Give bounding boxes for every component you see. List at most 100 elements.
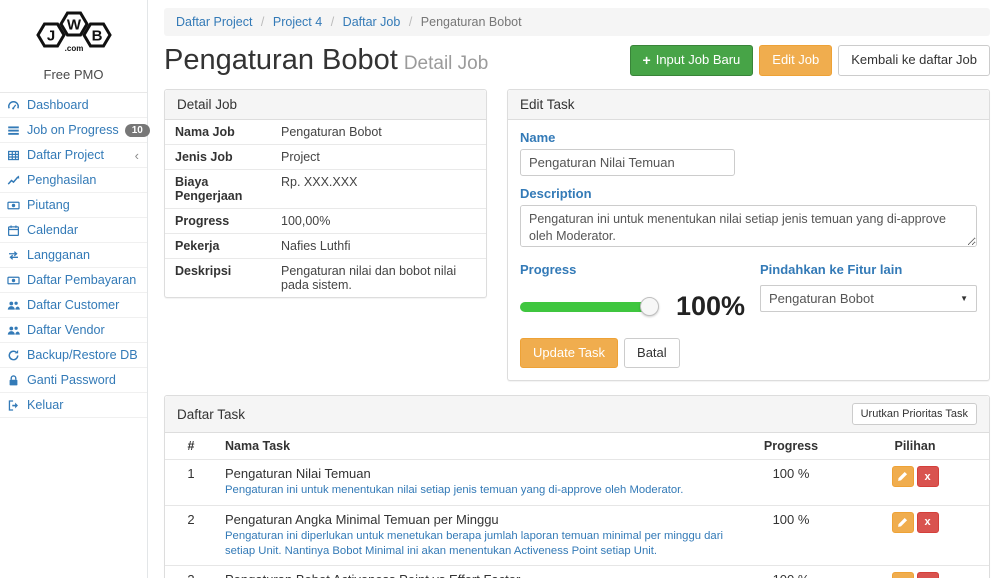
sign-out-icon <box>6 399 21 412</box>
svg-text:J: J <box>46 28 54 45</box>
task-row-2: 2 Pengaturan Angka Minimal Temuan per Mi… <box>165 505 989 566</box>
breadcrumb-daftar-job[interactable]: Daftar Job <box>343 15 401 29</box>
chevron-left-icon: ‹ <box>135 149 139 162</box>
task-name: Pengaturan Bobot Activeness Point vs Eff… <box>225 572 733 578</box>
detail-row-deskripsi: Deskripsi Pengaturan nilai dan bobot nil… <box>165 259 486 297</box>
daftar-task-panel: Daftar Task Urutkan Prioritas Task # Nam… <box>164 395 990 578</box>
breadcrumb: Daftar Project / Project 4 / Daftar Job … <box>164 8 990 36</box>
task-progress: 100 % <box>741 566 841 578</box>
calendar-icon <box>6 224 21 237</box>
edit-task-panel: Edit Task Name Description Pengaturan in… <box>507 89 990 381</box>
money-icon <box>6 274 21 287</box>
delete-task-button[interactable]: x <box>917 512 939 533</box>
breadcrumb-separator: / <box>261 15 264 29</box>
line-chart-icon <box>6 174 21 187</box>
detail-row-progress: Progress 100,00% <box>165 209 486 234</box>
task-table-header: # Nama Task Progress Pilihan <box>165 433 989 459</box>
dashboard-icon <box>6 99 21 112</box>
delete-task-button[interactable]: x <box>917 466 939 487</box>
sidebar-item-ganti-password[interactable]: Ganti Password <box>0 368 147 393</box>
task-name-input[interactable] <box>520 149 735 176</box>
refresh-icon <box>6 349 21 362</box>
sidebar-item-daftar-project[interactable]: Daftar Project ‹ <box>0 143 147 168</box>
brand-name: Free PMO <box>0 63 147 93</box>
detail-job-panel: Detail Job Nama Job Pengaturan Bobot Jen… <box>164 89 487 298</box>
chevron-down-icon: ▼ <box>960 294 968 303</box>
delete-task-button[interactable]: x <box>917 572 939 578</box>
breadcrumb-separator: / <box>331 15 334 29</box>
breadcrumb-separator: / <box>409 15 412 29</box>
app-logo: W J B .com <box>0 0 147 63</box>
sidebar-item-daftar-customer[interactable]: Daftar Customer <box>0 293 147 318</box>
task-name: Pengaturan Nilai Temuan <box>225 466 733 481</box>
input-job-baru-button[interactable]: + Input Job Baru <box>630 45 754 76</box>
table-icon <box>6 149 21 162</box>
breadcrumb-current: Pengaturan Bobot <box>421 15 522 29</box>
sidebar-item-backup-restore[interactable]: Backup/Restore DB <box>0 343 147 368</box>
repeat-icon <box>6 249 21 262</box>
header-buttons: + Input Job Baru Edit Job Kembali ke daf… <box>630 45 990 76</box>
move-feature-label: Pindahkan ke Fitur lain <box>760 262 977 277</box>
pencil-icon <box>897 517 908 528</box>
name-label: Name <box>520 130 977 145</box>
daftar-task-heading: Daftar Task Urutkan Prioritas Task <box>165 396 989 433</box>
task-progress: 100 % <box>741 460 841 487</box>
task-description: Pengaturan ini diperlukan untuk menetuka… <box>225 529 733 560</box>
x-icon: x <box>924 471 930 483</box>
progress-slider[interactable] <box>520 302 650 312</box>
detail-row-jenis-job: Jenis Job Project <box>165 145 486 170</box>
svg-text:B: B <box>91 28 102 45</box>
x-icon: x <box>924 516 930 528</box>
edit-task-button[interactable] <box>892 572 914 578</box>
lock-icon <box>6 374 21 387</box>
kembali-button[interactable]: Kembali ke daftar Job <box>838 45 990 75</box>
edit-task-button[interactable] <box>892 512 914 533</box>
sidebar-item-piutang[interactable]: Piutang <box>0 193 147 218</box>
sidebar-item-job-on-progress[interactable]: Job on Progress 10 <box>0 118 147 143</box>
sidebar-item-calendar[interactable]: Calendar <box>0 218 147 243</box>
progress-slider-fill <box>520 302 650 312</box>
batal-button[interactable]: Batal <box>624 338 680 368</box>
users-icon <box>6 324 21 337</box>
progress-value: 100% <box>676 291 745 322</box>
progress-slider-handle[interactable] <box>640 297 659 316</box>
svg-text:.com: .com <box>64 44 83 53</box>
sidebar-item-penghasilan[interactable]: Penghasilan <box>0 168 147 193</box>
page-title: Pengaturan BobotDetail Job <box>164 44 488 77</box>
jwb-logo-icon: W J B .com <box>26 6 122 56</box>
sidebar-item-dashboard[interactable]: Dashboard <box>0 93 147 118</box>
edit-task-heading: Edit Task <box>508 90 989 120</box>
plus-icon: + <box>643 53 651 68</box>
sidebar-item-keluar[interactable]: Keluar <box>0 393 147 418</box>
detail-job-heading: Detail Job <box>165 90 486 120</box>
edit-job-button[interactable]: Edit Job <box>759 45 832 75</box>
detail-row-biaya: Biaya Pengerjaan Rp. XXX.XXX <box>165 170 486 209</box>
task-name: Pengaturan Angka Minimal Temuan per Ming… <box>225 512 733 527</box>
job-count-badge: 10 <box>125 124 150 137</box>
task-description: Pengaturan ini untuk menentukan nilai se… <box>225 483 733 498</box>
task-description-textarea[interactable]: Pengaturan ini untuk menentukan nilai se… <box>520 205 977 247</box>
sidebar-item-daftar-vendor[interactable]: Daftar Vendor <box>0 318 147 343</box>
sidebar-item-daftar-pembayaran[interactable]: Daftar Pembayaran <box>0 268 147 293</box>
users-icon <box>6 299 21 312</box>
money-icon <box>6 199 21 212</box>
task-progress: 100 % <box>741 506 841 533</box>
breadcrumb-daftar-project[interactable]: Daftar Project <box>176 15 252 29</box>
sidebar-item-langganan[interactable]: Langganan <box>0 243 147 268</box>
detail-row-nama-job: Nama Job Pengaturan Bobot <box>165 120 486 145</box>
tasks-icon <box>6 124 21 137</box>
sidebar-nav: Dashboard Job on Progress 10 Daftar Proj… <box>0 93 147 418</box>
pencil-icon <box>897 471 908 482</box>
breadcrumb-project-4[interactable]: Project 4 <box>273 15 322 29</box>
progress-label: Progress <box>520 262 745 277</box>
main-content: Daftar Project / Project 4 / Daftar Job … <box>148 0 1000 578</box>
update-task-button[interactable]: Update Task <box>520 338 618 368</box>
sidebar: W J B .com Free PMO Dashboard Job on Pro… <box>0 0 148 578</box>
task-row-1: 1 Pengaturan Nilai Temuan Pengaturan ini… <box>165 459 989 504</box>
move-feature-select[interactable]: Pengaturan Bobot ▼ <box>760 285 977 312</box>
urutkan-prioritas-button-top[interactable]: Urutkan Prioritas Task <box>852 403 977 425</box>
svg-text:W: W <box>66 17 81 34</box>
edit-task-button[interactable] <box>892 466 914 487</box>
description-label: Description <box>520 186 977 201</box>
page-header: Pengaturan BobotDetail Job + Input Job B… <box>164 44 990 77</box>
